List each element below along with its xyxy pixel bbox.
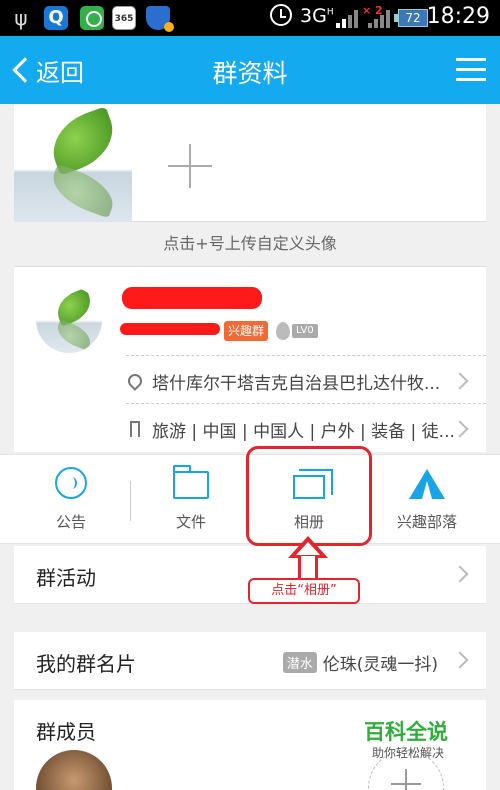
back-label: 返回 <box>36 58 84 87</box>
flame-icon <box>276 322 290 340</box>
group-activities-label: 群活动 <box>36 566 96 590</box>
member-avatar[interactable] <box>36 750 112 790</box>
leaf-reflection <box>46 163 120 219</box>
signal2-icon <box>368 10 390 28</box>
watermark-subtitle: 助你轻松解决 <box>372 746 445 760</box>
battery-icon: 72 <box>394 9 428 27</box>
chevron-right-icon <box>451 651 469 669</box>
click-album-hint: 点击“相册” <box>248 578 360 604</box>
add-avatar-button[interactable] <box>168 144 212 188</box>
avatar-upload-area <box>14 104 486 222</box>
chevron-left-icon <box>12 57 38 83</box>
upload-hint: 点击+号上传自定义头像 <box>163 234 337 253</box>
calendar-365-icon: 365 <box>112 6 136 30</box>
usb-icon: ψ <box>14 6 28 30</box>
my-group-card-row[interactable]: 我的群名片 潜水 伦珠(灵魂一抖) <box>14 632 486 690</box>
location-row[interactable]: 塔什库尔干塔吉克自治县巴扎达什牧... <box>126 363 472 399</box>
chevron-right-icon <box>451 565 469 583</box>
group-info-card: 兴趣群 LV0 塔什库尔干塔吉克自治县巴扎达什牧... 旅游 | 中国 | 中国… <box>14 266 486 452</box>
my-group-card-label: 我的群名片 <box>36 652 136 676</box>
files-button[interactable]: 文件 <box>132 455 250 545</box>
menu-icon[interactable] <box>456 56 486 84</box>
tent-icon <box>409 469 445 499</box>
network-type: 3GH <box>300 5 334 27</box>
notice-label: 公告 <box>55 513 86 531</box>
level-badge: LV0 <box>276 321 318 341</box>
level-text: LV0 <box>292 324 318 338</box>
group-avatar[interactable] <box>36 287 102 353</box>
interest-tribe-label: 兴趣部落 <box>396 513 457 531</box>
location-text: 塔什库尔干塔吉克自治县巴扎达什牧... <box>152 373 441 394</box>
redacted-group-id <box>120 323 220 335</box>
battery-level: 72 <box>405 11 421 25</box>
nickname: 伦珠(灵魂一抖) <box>322 655 438 675</box>
divider <box>126 403 486 404</box>
notice-icon <box>55 467 87 499</box>
group-members-label: 群成员 <box>36 720 96 744</box>
interest-tribe-button[interactable]: 兴趣部落 <box>368 455 486 545</box>
bookmark-icon <box>130 421 140 437</box>
files-label: 文件 <box>175 513 206 531</box>
wechat-icon <box>80 6 104 30</box>
signal-icon <box>336 10 358 28</box>
status-bar: ψ Q 365 3GH × 2 72 18:29 <box>0 0 500 36</box>
back-button[interactable]: 返回 <box>12 50 84 90</box>
leaf-shape <box>52 287 96 327</box>
highlight-box <box>246 446 372 546</box>
arrow-up-icon <box>288 536 328 582</box>
leaf-reflection <box>53 319 95 351</box>
notice-button[interactable]: 公告 <box>12 455 130 545</box>
watermark-title: 百科全说 <box>364 720 448 744</box>
group-cover-image[interactable] <box>14 104 132 222</box>
qq-browser-icon: Q <box>44 6 68 30</box>
alarm-icon <box>270 4 292 26</box>
lurker-badge: 潜水 <box>282 652 317 673</box>
redacted-group-name <box>122 287 262 309</box>
location-pin-icon <box>126 371 145 391</box>
divider <box>130 481 131 521</box>
my-group-card-value: 潜水 伦珠(灵魂一抖) <box>282 650 438 675</box>
divider <box>126 355 486 356</box>
tags-text: 旅游 | 中国 | 中国人 | 户外 | 装备 | 徒... <box>152 421 455 442</box>
interest-group-tag: 兴趣群 <box>224 321 269 341</box>
leaf-shape <box>43 106 123 176</box>
security-shield-icon <box>146 6 174 32</box>
folder-icon <box>173 465 209 499</box>
nav-bar: 返回 群资料 <box>0 36 500 104</box>
clock: 18:29 <box>426 4 490 29</box>
tags-row[interactable]: 旅游 | 中国 | 中国人 | 户外 | 装备 | 徒... <box>126 411 472 447</box>
